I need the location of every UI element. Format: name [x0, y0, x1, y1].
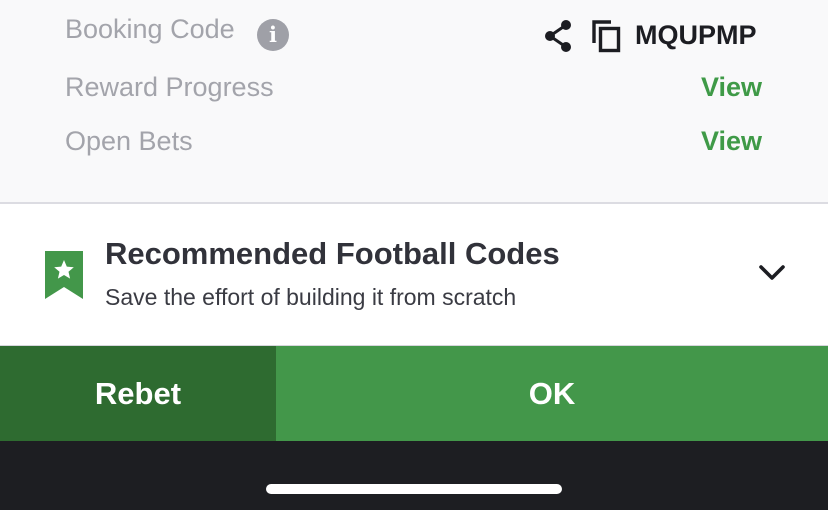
ok-button[interactable]: OK [276, 346, 828, 442]
action-bar: Rebet OK [0, 345, 828, 442]
open-bets-row: Open Bets View [0, 120, 828, 160]
system-bottom-bar [0, 441, 828, 510]
recommended-codes-section[interactable]: Recommended Football Codes Save the effo… [0, 204, 828, 345]
open-bets-view-link[interactable]: View [701, 128, 762, 155]
open-bets-label: Open Bets [65, 126, 193, 156]
copy-icon[interactable] [591, 19, 621, 53]
booking-code-label: Booking Code [65, 14, 235, 44]
bet-info-panel: Booking Code i MQUPMP Reward Progress Vi… [0, 0, 828, 203]
info-icon[interactable]: i [257, 19, 289, 51]
share-icon[interactable] [543, 20, 573, 52]
booking-code-row: Booking Code i MQUPMP [0, 8, 828, 53]
booking-code-value: MQUPMP [635, 20, 757, 50]
recommended-title: Recommended Football Codes [105, 236, 560, 271]
bookmark-star-icon [45, 251, 83, 299]
reward-progress-view-link[interactable]: View [701, 74, 762, 101]
recommended-subtitle: Save the effort of building it from scra… [105, 284, 517, 310]
chevron-down-icon[interactable] [758, 264, 786, 282]
rebet-button[interactable]: Rebet [0, 346, 276, 442]
reward-progress-row: Reward Progress View [0, 66, 828, 106]
home-indicator[interactable] [266, 484, 562, 494]
reward-progress-label: Reward Progress [65, 72, 274, 102]
